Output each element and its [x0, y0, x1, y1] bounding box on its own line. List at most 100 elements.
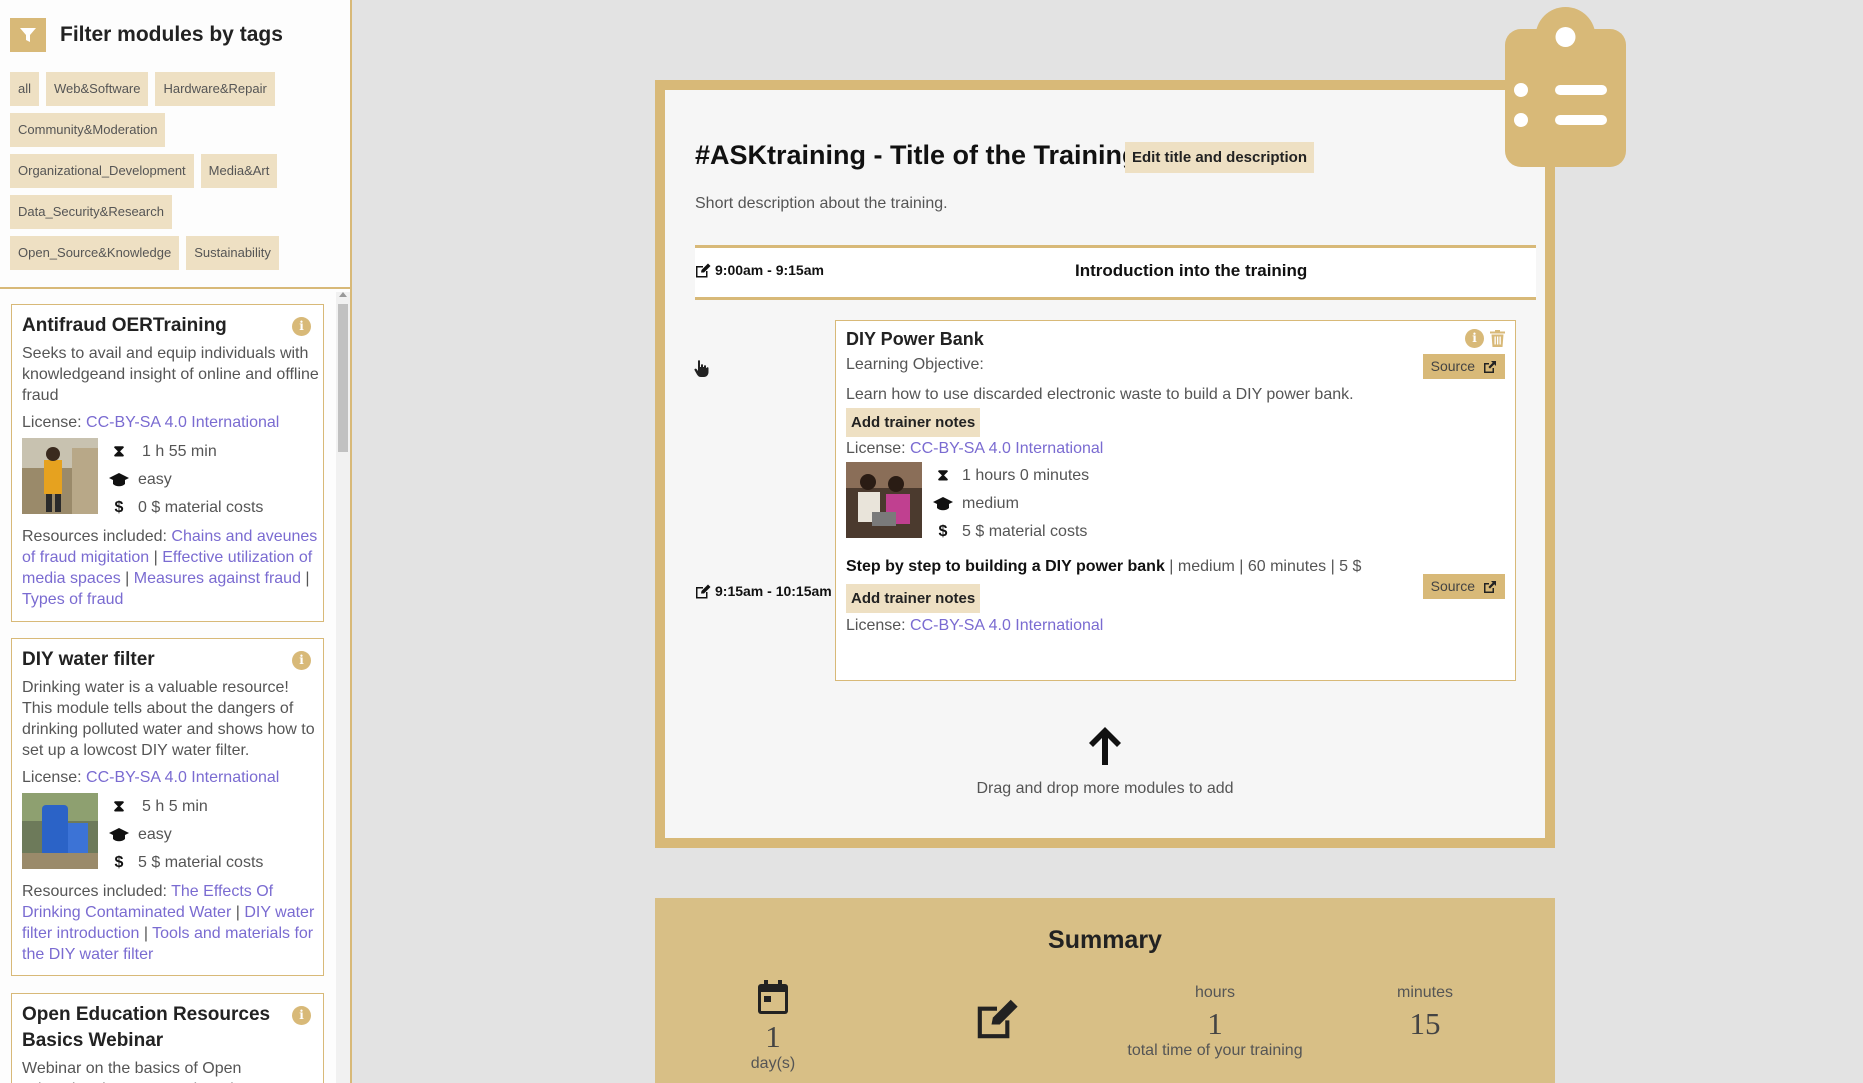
- dollar-icon: $: [114, 499, 124, 516]
- minutes-label: minutes: [1396, 984, 1454, 1001]
- dollar-icon: $: [114, 854, 124, 871]
- filter-header: Filter modules by tags: [10, 18, 283, 52]
- module-cost: 0 $ material costs: [138, 499, 264, 516]
- module-title: Open Education Resources Basics Webinar: [22, 1004, 271, 1051]
- module-difficulty: easy: [138, 471, 172, 488]
- resource-link[interactable]: Types of fraud: [22, 591, 123, 608]
- info-icon[interactable]: i: [292, 317, 311, 336]
- module-difficulty: medium: [962, 495, 1019, 512]
- graduation-cap-icon: [930, 497, 956, 511]
- learning-objective: Learn how to use discarded electronic wa…: [846, 386, 1354, 403]
- intro-session-row[interactable]: 9:00am - 9:15am Introduction into the tr…: [695, 245, 1536, 300]
- tag-list: all Web&Software Hardware&Repair Communi…: [10, 72, 345, 270]
- tag-sustainability[interactable]: Sustainability: [186, 236, 279, 270]
- module-duration: 1 hours 0 minutes: [962, 467, 1090, 484]
- module-card[interactable]: Antifraud OERTraining i Seeks to avail a…: [11, 304, 324, 622]
- resources-label: Resources included:: [22, 528, 167, 545]
- sidebar-divider: [0, 287, 350, 289]
- drag-handle-icon[interactable]: [693, 360, 709, 378]
- edit-icon[interactable]: [695, 584, 711, 599]
- module-sidebar: Filter modules by tags all Web&Software …: [0, 0, 352, 1083]
- scrollbar-thumb[interactable]: [338, 304, 348, 452]
- source-label: Source: [1430, 358, 1475, 374]
- module-title: Antifraud OERTraining: [22, 315, 227, 336]
- license-label: License:: [846, 617, 906, 634]
- hours-value: 1: [1207, 1006, 1223, 1041]
- license-label: License:: [22, 769, 82, 786]
- source-button[interactable]: Source: [1422, 354, 1505, 379]
- slot-time-label: 9:15am - 10:15am: [715, 583, 832, 599]
- session-time[interactable]: 9:15am - 10:15am: [695, 583, 832, 599]
- module-title: DIY Power Bank: [846, 329, 984, 349]
- calendar-icon: [758, 980, 788, 1014]
- source-label: Source: [1430, 578, 1475, 594]
- module-duration: 5 h 5 min: [142, 798, 208, 815]
- module-description: Drinking water is a valuable resource! T…: [22, 679, 315, 759]
- graduation-cap-icon: [106, 473, 132, 487]
- tag-hardware-repair[interactable]: Hardware&Repair: [155, 72, 275, 106]
- hourglass-icon: ⧗: [113, 443, 125, 460]
- resources-label: Resources included:: [22, 883, 167, 900]
- step-title: Step by step to building a DIY power ban…: [846, 558, 1165, 575]
- resource-link[interactable]: Measures against fraud: [134, 570, 301, 587]
- source-button[interactable]: Source: [1422, 574, 1505, 599]
- scroll-up-arrow-icon[interactable]: [339, 292, 347, 297]
- tag-media-art[interactable]: Media&Art: [200, 154, 278, 188]
- license-link[interactable]: CC-BY-SA 4.0 International: [86, 414, 279, 431]
- module-card[interactable]: Open Education Resources Basics Webinar …: [11, 993, 324, 1083]
- module-description: Seeks to avail and equip individuals wit…: [22, 345, 319, 404]
- module-thumbnail: [22, 438, 98, 514]
- add-trainer-notes-button[interactable]: Add trainer notes: [846, 584, 981, 613]
- intro-title: Introduction into the training: [1075, 261, 1308, 280]
- resources: Resources included: Chains and aveunes o…: [22, 528, 318, 608]
- edit-icon[interactable]: [975, 998, 1019, 1040]
- license-link[interactable]: CC-BY-SA 4.0 International: [86, 769, 279, 786]
- training-title: #ASKtraining - Title of the Training: [695, 140, 1139, 170]
- license-link[interactable]: CC-BY-SA 4.0 International: [910, 440, 1103, 457]
- tag-community-moderation[interactable]: Community&Moderation: [10, 113, 166, 147]
- days-value: 1: [765, 1019, 781, 1054]
- tag-web-software[interactable]: Web&Software: [46, 72, 149, 106]
- module-thumbnail: [22, 793, 98, 869]
- license-link[interactable]: CC-BY-SA 4.0 International: [910, 617, 1103, 634]
- intro-time-label: 9:00am - 9:15am: [715, 262, 824, 278]
- total-time-label: total time of your training: [1127, 1042, 1303, 1059]
- module-cost: 5 $ material costs: [138, 854, 264, 871]
- module-duration: 1 h 55 min: [142, 443, 217, 460]
- drop-zone[interactable]: Drag and drop more modules to add: [665, 725, 1545, 798]
- module-difficulty: easy: [138, 826, 172, 843]
- module-thumbnail: [846, 462, 922, 538]
- external-link-icon: [1484, 580, 1496, 593]
- summary-panel: Summary 1 day(s) hours 1 total time of y…: [655, 898, 1555, 1083]
- module-cost: 5 $ material costs: [962, 523, 1088, 540]
- info-icon[interactable]: i: [292, 1006, 311, 1025]
- learning-objective-label: Learning Objective:: [846, 356, 984, 373]
- step-details: | medium | 60 minutes | 5 $: [1164, 558, 1362, 575]
- drop-hint: Drag and drop more modules to add: [976, 780, 1234, 797]
- session-time[interactable]: 9:00am - 9:15am: [695, 262, 824, 278]
- module-description: Webinar on the basics of Open Educationa…: [22, 1060, 267, 1083]
- resources: Resources included: The Effects Of Drink…: [22, 883, 315, 963]
- edit-icon[interactable]: [695, 263, 711, 278]
- info-icon[interactable]: i: [292, 651, 311, 670]
- training-module[interactable]: DIY Power Bank i Source Learning Objecti…: [835, 320, 1516, 681]
- tag-open-source-knowledge[interactable]: Open_Source&Knowledge: [10, 236, 180, 270]
- trash-icon[interactable]: [1490, 330, 1505, 347]
- edit-title-button[interactable]: Edit title and description: [1125, 142, 1315, 173]
- info-icon[interactable]: i: [1465, 329, 1484, 348]
- tag-data-security-research[interactable]: Data_Security&Research: [10, 195, 172, 229]
- hourglass-icon: ⧗: [113, 798, 125, 815]
- minutes-value: 15: [1409, 1006, 1441, 1041]
- clipboard-icon: [1505, 7, 1626, 167]
- training-plan: #ASKtraining - Title of the Training Edi…: [655, 80, 1555, 848]
- license-label: License:: [846, 440, 906, 457]
- module-title: DIY water filter: [22, 649, 155, 670]
- graduation-cap-icon: [106, 828, 132, 842]
- external-link-icon: [1484, 360, 1496, 373]
- tag-all[interactable]: all: [10, 72, 40, 106]
- filter-icon[interactable]: [10, 18, 46, 52]
- add-trainer-notes-button[interactable]: Add trainer notes: [846, 408, 981, 437]
- dollar-icon: $: [938, 523, 948, 540]
- module-card[interactable]: DIY water filter i Drinking water is a v…: [11, 638, 324, 976]
- tag-organizational-development[interactable]: Organizational_Development: [10, 154, 194, 188]
